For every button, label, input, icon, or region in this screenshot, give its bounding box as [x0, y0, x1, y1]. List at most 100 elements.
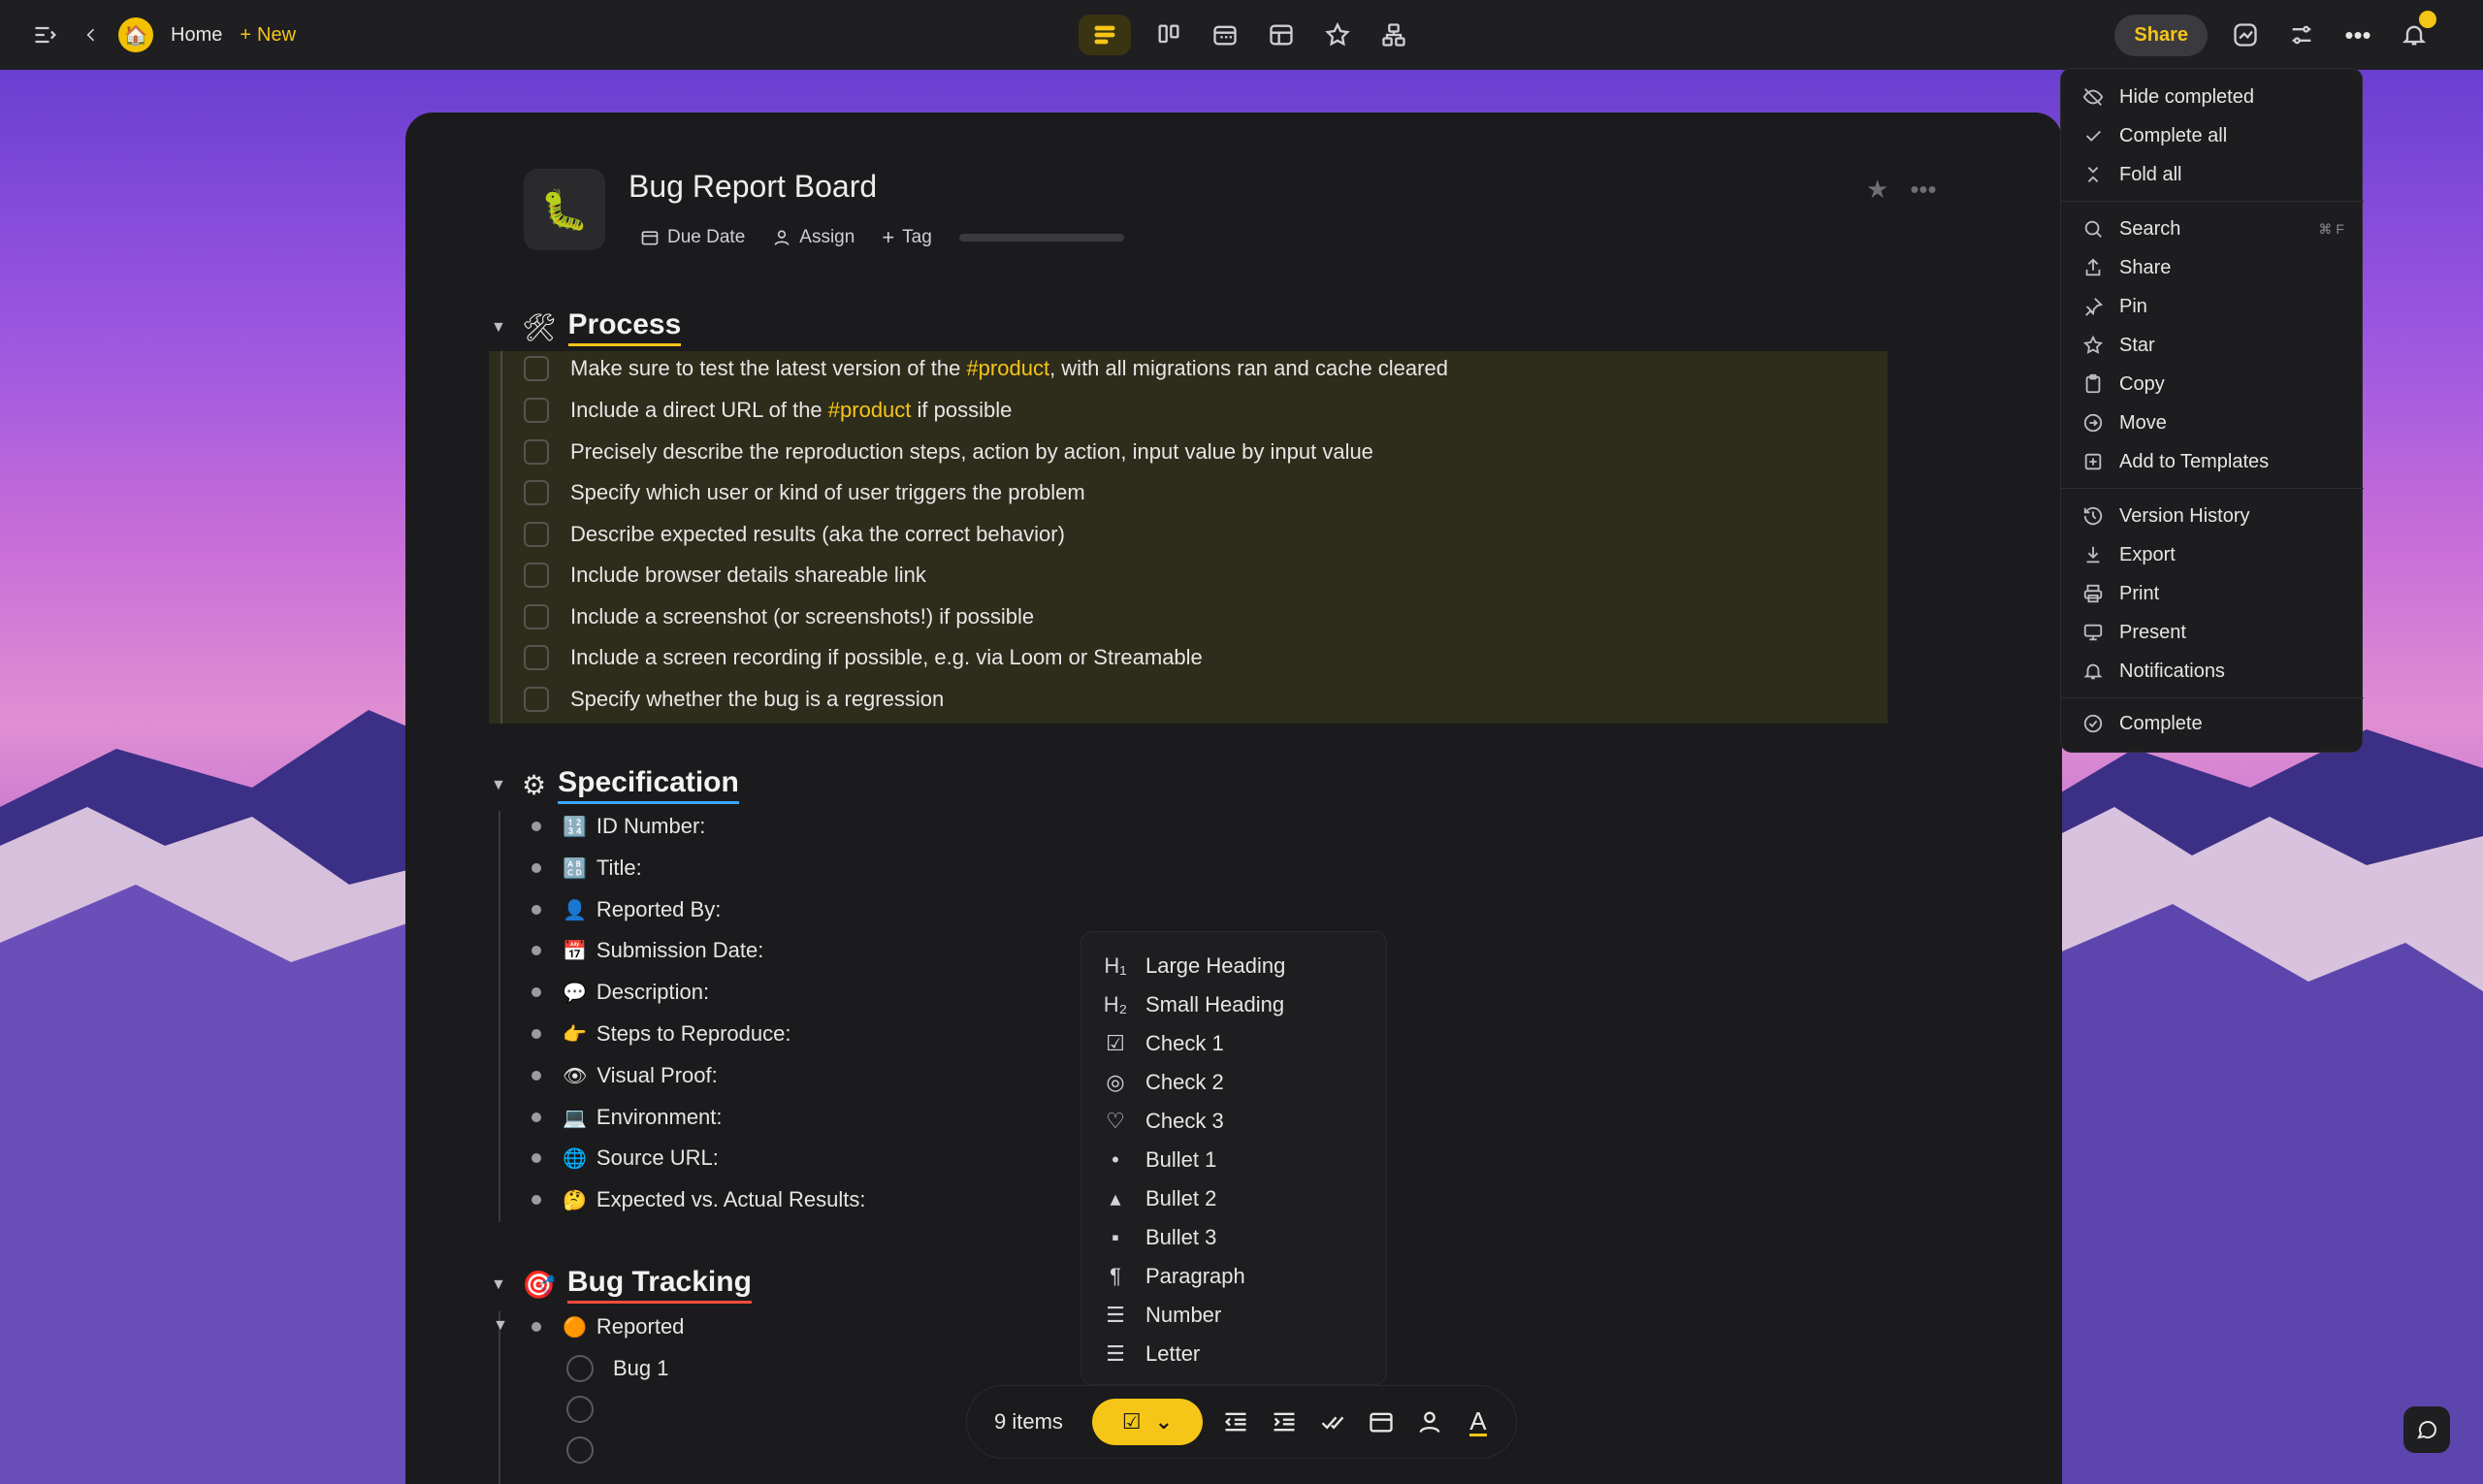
more-options-icon[interactable]: •••: [2339, 16, 2376, 53]
menu-item-version-history[interactable]: Version History: [2082, 501, 2344, 531]
bug-tracking-section-header[interactable]: ▼ 🎯 Bug Tracking: [491, 1266, 752, 1304]
view-outline-button[interactable]: [1079, 15, 1131, 55]
menu-item-search[interactable]: Search ⌘ F: [2082, 214, 2344, 243]
block-option-letter[interactable]: ☰ Letter: [1101, 1338, 1200, 1371]
menu-item-copy[interactable]: Copy: [2082, 370, 2344, 399]
task-row[interactable]: Include a direct URL of the #product if …: [524, 393, 1012, 428]
collapse-caret-icon[interactable]: ▼: [491, 319, 510, 337]
due-date-button[interactable]: Due Date: [640, 227, 745, 248]
circle-checkbox[interactable]: [566, 1436, 594, 1464]
list-item[interactable]: 👉 Steps to Reproduce:: [532, 1016, 790, 1051]
indent-icon[interactable]: [1269, 1406, 1300, 1437]
list-item[interactable]: [566, 1392, 594, 1427]
menu-item-print[interactable]: Print: [2082, 579, 2344, 608]
checkbox[interactable]: [524, 687, 549, 712]
menu-item-share[interactable]: Share: [2082, 253, 2344, 282]
list-item[interactable]: 👁 Visual Proof:: [532, 1058, 718, 1093]
menu-item-fold-all[interactable]: Fold all: [2082, 160, 2344, 189]
chat-icon[interactable]: [2403, 1406, 2450, 1453]
menu-item-complete[interactable]: Complete: [2082, 709, 2344, 738]
assign-button[interactable]: Assign: [772, 227, 855, 248]
collapse-caret-icon[interactable]: ▼: [493, 1317, 512, 1335]
task-row[interactable]: Specify which user or kind of user trigg…: [524, 475, 1085, 510]
new-button[interactable]: + New: [240, 24, 296, 47]
list-item[interactable]: [566, 1433, 594, 1468]
menu-item-move[interactable]: Move: [2082, 408, 2344, 437]
assign-person-icon[interactable]: [1414, 1406, 1445, 1437]
tag-button[interactable]: + Tag: [882, 225, 932, 250]
task-row[interactable]: Include a screenshot (or screenshots!) i…: [524, 599, 1034, 634]
menu-item-star[interactable]: Star: [2082, 331, 2344, 360]
task-row[interactable]: Describe expected results (aka the corre…: [524, 517, 1065, 552]
home-avatar-icon[interactable]: 🏠: [118, 17, 153, 52]
block-type-dropdown[interactable]: ☑ ⌄: [1091, 1399, 1203, 1445]
list-item[interactable]: 🔢 ID Number:: [532, 809, 705, 844]
block-option-check-1[interactable]: ☑ Check 1: [1101, 1027, 1224, 1060]
menu-item-complete-all[interactable]: Complete all: [2082, 121, 2344, 150]
list-item[interactable]: 🟠 Reported: [532, 1309, 684, 1344]
checkbox[interactable]: [524, 522, 549, 547]
list-item[interactable]: 🤔 Expected vs. Actual Results:: [532, 1182, 865, 1217]
settings-sliders-icon[interactable]: [2283, 16, 2320, 53]
text-format-icon[interactable]: A: [1463, 1406, 1494, 1437]
outdent-icon[interactable]: [1220, 1406, 1251, 1437]
menu-item-export[interactable]: Export: [2082, 540, 2344, 569]
checkbox[interactable]: [524, 480, 549, 505]
list-item[interactable]: Bug 1: [566, 1351, 669, 1386]
page-title[interactable]: Bug Report Board: [629, 169, 877, 205]
board-view-icon[interactable]: [1150, 16, 1187, 53]
hashtag-link[interactable]: #product: [966, 356, 1049, 380]
list-item[interactable]: 💻 Environment:: [532, 1100, 723, 1135]
block-option-bullet-1[interactable]: • Bullet 1: [1101, 1144, 1216, 1177]
checkbox[interactable]: [524, 563, 549, 588]
calendar-icon[interactable]: [1366, 1406, 1397, 1437]
block-option-bullet-2[interactable]: ▴ Bullet 2: [1101, 1182, 1216, 1215]
mindmap-view-icon[interactable]: [1375, 16, 1412, 53]
menu-item-notifications[interactable]: Notifications: [2082, 657, 2344, 686]
notifications-bell-icon[interactable]: [2396, 11, 2436, 53]
more-options-icon[interactable]: •••: [1910, 175, 1936, 205]
checkbox[interactable]: [524, 398, 549, 423]
collapse-caret-icon[interactable]: ▼: [491, 777, 510, 794]
menu-item-pin[interactable]: Pin: [2082, 292, 2344, 321]
block-option-number[interactable]: ☰ Number: [1101, 1299, 1221, 1332]
analytics-icon[interactable]: [2227, 16, 2264, 53]
task-row[interactable]: Specify whether the bug is a regression: [524, 682, 944, 717]
menu-item-present[interactable]: Present: [2082, 618, 2344, 647]
circle-checkbox[interactable]: [566, 1355, 594, 1382]
hashtag-link[interactable]: #product: [828, 398, 912, 422]
collapse-caret-icon[interactable]: ▼: [491, 1276, 510, 1294]
block-option-bullet-3[interactable]: ▪ Bullet 3: [1101, 1221, 1216, 1254]
checkbox[interactable]: [524, 645, 549, 670]
calendar-view-icon[interactable]: [1207, 16, 1243, 53]
list-item[interactable]: 🔠 Title:: [532, 851, 642, 886]
back-chevron-icon[interactable]: [81, 16, 101, 53]
list-item[interactable]: 👤 Reported By:: [532, 892, 721, 927]
share-button[interactable]: Share: [2114, 14, 2208, 56]
task-row[interactable]: Precisely describe the reproduction step…: [524, 435, 1373, 469]
block-option-check-2[interactable]: ◎ Check 2: [1101, 1066, 1223, 1099]
document-icon[interactable]: 🐛: [524, 169, 605, 250]
block-option-small-heading[interactable]: H₂ Small Heading: [1101, 988, 1284, 1021]
complete-check-icon[interactable]: [1317, 1406, 1348, 1437]
task-row[interactable]: Include a screen recording if possible, …: [524, 640, 1203, 675]
favorites-star-icon[interactable]: [1319, 16, 1356, 53]
menu-item-add-to-templates[interactable]: Add to Templates: [2082, 447, 2344, 476]
checkbox[interactable]: [524, 356, 549, 381]
block-option-paragraph[interactable]: ¶ Paragraph: [1101, 1260, 1245, 1293]
star-icon[interactable]: ★: [1866, 175, 1888, 205]
block-option-check-3[interactable]: ♡ Check 3: [1101, 1105, 1224, 1138]
process-section-header[interactable]: ▼ 🛠 Process: [491, 308, 682, 346]
circle-checkbox[interactable]: [566, 1396, 594, 1423]
table-view-icon[interactable]: [1263, 16, 1300, 53]
specification-section-header[interactable]: ▼ ⚙ Specification: [491, 766, 739, 804]
home-link[interactable]: Home: [171, 24, 222, 47]
checkbox[interactable]: [524, 604, 549, 629]
list-item[interactable]: 🌐 Source URL:: [532, 1141, 719, 1176]
task-row[interactable]: Include browser details shareable link: [524, 558, 926, 593]
menu-item-hide-completed[interactable]: Hide completed: [2082, 82, 2344, 112]
list-item[interactable]: 📅 Submission Date:: [532, 933, 763, 968]
checkbox[interactable]: [524, 439, 549, 465]
task-row[interactable]: Make sure to test the latest version of …: [524, 351, 1448, 386]
list-item[interactable]: 💬 Description:: [532, 975, 709, 1010]
